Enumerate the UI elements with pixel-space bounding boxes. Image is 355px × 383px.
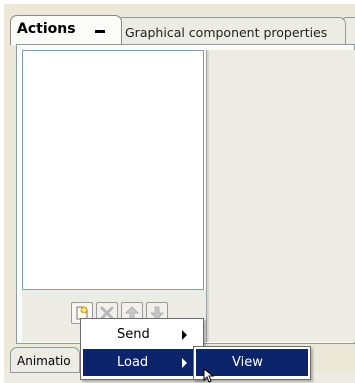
context-menu: Send Load [80, 318, 204, 380]
actions-list[interactable] [22, 50, 204, 290]
menu-item-load[interactable]: Load [83, 349, 201, 376]
menu-item-view-label: View [232, 355, 263, 370]
tab-animations[interactable]: Animatio [10, 347, 80, 373]
tab-actions[interactable]: Actions [10, 15, 122, 45]
tab-actions-label: Actions [17, 21, 76, 37]
submenu-arrow-icon [182, 358, 187, 368]
tab-graphical-label: Graphical component properties [125, 25, 328, 40]
submenu-arrow-icon [182, 330, 187, 340]
tab-animations-label: Animatio [17, 354, 71, 368]
action-details-area [209, 50, 355, 342]
tab-graphical-component-properties[interactable]: Graphical component properties [116, 17, 346, 45]
menu-item-send-label: Send [117, 327, 150, 342]
minimize-icon[interactable] [95, 30, 105, 33]
menu-item-send[interactable]: Send [83, 321, 201, 348]
menu-item-load-label: Load [117, 355, 149, 370]
mouse-cursor-icon [203, 368, 215, 383]
